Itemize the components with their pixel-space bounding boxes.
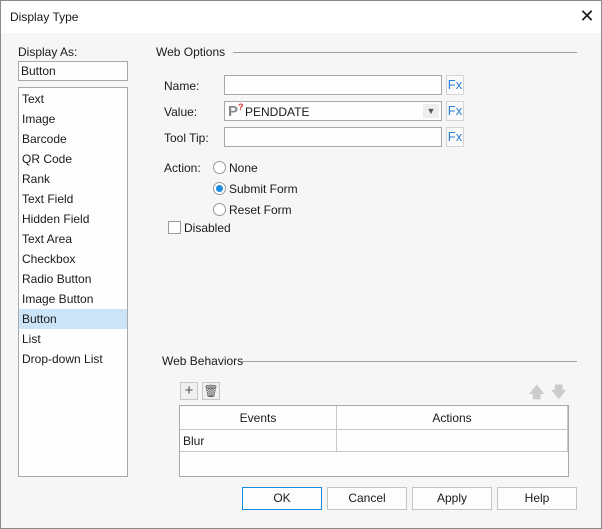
name-input[interactable] bbox=[224, 75, 442, 95]
list-item[interactable]: Image Button bbox=[19, 289, 127, 309]
display-type-dialog: Display Type ✕ Display As: Button Text Im… bbox=[0, 0, 602, 529]
radio-none-label: None bbox=[229, 161, 258, 175]
ok-button[interactable]: OK bbox=[242, 487, 322, 510]
divider bbox=[241, 361, 577, 362]
list-item[interactable]: Barcode bbox=[19, 129, 127, 149]
table-cell-event[interactable]: Blur bbox=[180, 430, 337, 452]
list-item[interactable]: Text Area bbox=[19, 229, 127, 249]
list-item[interactable]: QR Code bbox=[19, 149, 127, 169]
display-as-label: Display As: bbox=[18, 45, 78, 59]
arrow-down-icon[interactable]: 🡇 bbox=[551, 382, 566, 407]
tooltip-input[interactable] bbox=[224, 127, 442, 147]
cancel-button[interactable]: Cancel bbox=[327, 487, 407, 510]
list-item[interactable]: Text bbox=[19, 89, 127, 109]
list-item[interactable]: Radio Button bbox=[19, 269, 127, 289]
radio-submit-form-label: Submit Form bbox=[229, 182, 298, 196]
tooltip-fx-button[interactable]: Fx bbox=[446, 127, 464, 147]
radio-reset-form-label: Reset Form bbox=[229, 203, 292, 217]
display-as-input[interactable]: Button bbox=[18, 61, 128, 81]
tooltip-label: Tool Tip: bbox=[164, 131, 209, 145]
parameter-icon: P? bbox=[228, 102, 244, 120]
display-type-list[interactable]: Text Image Barcode QR Code Rank Text Field Hid… bbox=[18, 87, 128, 477]
list-item[interactable]: Drop-down List bbox=[19, 349, 127, 369]
list-item[interactable]: Text Field bbox=[19, 189, 127, 209]
value-dropdown[interactable]: P? PENDDATE ▼ bbox=[224, 101, 442, 121]
web-behaviors-heading: Web Behaviors bbox=[162, 354, 244, 368]
radio-none[interactable] bbox=[213, 161, 226, 174]
list-item[interactable]: Image bbox=[19, 109, 127, 129]
radio-submit-form[interactable] bbox=[213, 182, 226, 195]
behaviors-table: Events Actions Blur bbox=[179, 405, 569, 477]
name-fx-button[interactable]: Fx bbox=[446, 75, 464, 95]
web-options-heading: Web Options bbox=[156, 45, 226, 59]
list-item[interactable]: Hidden Field bbox=[19, 209, 127, 229]
arrow-up-icon[interactable]: 🡅 bbox=[529, 382, 544, 407]
list-item[interactable]: List bbox=[19, 329, 127, 349]
radio-reset-form[interactable] bbox=[213, 203, 226, 216]
column-header-actions[interactable]: Actions bbox=[337, 406, 568, 430]
action-label: Action: bbox=[164, 161, 201, 175]
apply-button[interactable]: Apply bbox=[412, 487, 492, 510]
column-header-events[interactable]: Events bbox=[180, 406, 337, 430]
dialog-title: Display Type bbox=[10, 10, 79, 24]
name-label: Name: bbox=[164, 79, 200, 93]
help-button[interactable]: Help bbox=[497, 487, 577, 510]
add-icon[interactable]: + bbox=[180, 382, 198, 400]
trash-icon[interactable]: 🗑 bbox=[202, 382, 220, 400]
list-item[interactable]: Rank bbox=[19, 169, 127, 189]
value-fx-button[interactable]: Fx bbox=[446, 101, 464, 121]
chevron-down-icon[interactable]: ▼ bbox=[423, 104, 439, 118]
table-cell-action[interactable] bbox=[337, 430, 568, 452]
value-text: PENDDATE bbox=[245, 105, 310, 119]
disabled-checkbox[interactable] bbox=[168, 221, 181, 234]
close-icon[interactable]: ✕ bbox=[577, 6, 597, 26]
disabled-label: Disabled bbox=[184, 221, 231, 235]
list-item[interactable]: Button bbox=[19, 309, 127, 329]
value-label: Value: bbox=[164, 105, 198, 119]
list-item[interactable]: Checkbox bbox=[19, 249, 127, 269]
divider bbox=[233, 52, 577, 53]
title-bar bbox=[1, 1, 601, 33]
